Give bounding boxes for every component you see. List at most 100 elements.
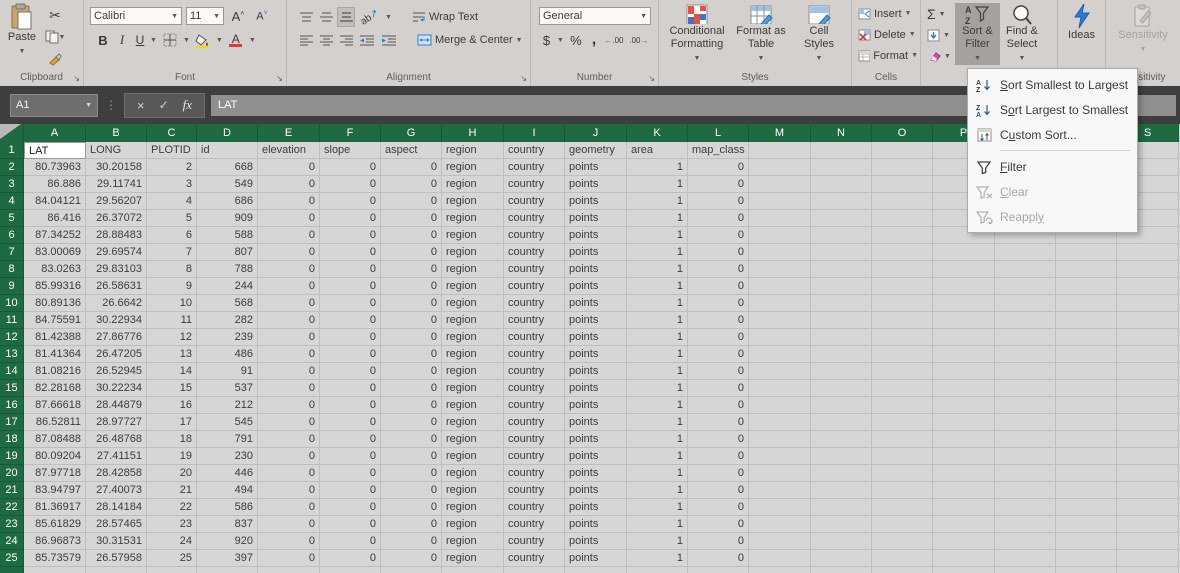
cell-H3[interactable]: region — [442, 176, 504, 193]
cell-O21[interactable] — [872, 482, 933, 499]
cell-A10[interactable]: 80.89136 — [24, 295, 86, 312]
cell-S20[interactable] — [1117, 465, 1179, 482]
cell-C13[interactable]: 13 — [147, 346, 197, 363]
cell-C25[interactable]: 25 — [147, 550, 197, 567]
cell-O18[interactable] — [872, 431, 933, 448]
cell-I24[interactable]: country — [504, 533, 565, 550]
cell-R13[interactable] — [1056, 346, 1117, 363]
cell-M11[interactable] — [749, 312, 811, 329]
cell-J14[interactable]: points — [565, 363, 627, 380]
cell-P14[interactable] — [933, 363, 995, 380]
row-header-4[interactable]: 4 — [0, 193, 24, 210]
cell-A11[interactable]: 84.75591 — [24, 312, 86, 329]
cell-D19[interactable]: 230 — [197, 448, 258, 465]
cell-A13[interactable]: 81.41364 — [24, 346, 86, 363]
cell-A1[interactable]: LAT — [24, 142, 86, 159]
row-header-21[interactable]: 21 — [0, 482, 24, 499]
cell-F20[interactable]: 0 — [320, 465, 381, 482]
column-header-N[interactable]: N — [811, 124, 872, 142]
cell-P15[interactable] — [933, 380, 995, 397]
decrease-decimal-button[interactable]: .00→ — [628, 30, 650, 50]
cell-K5[interactable]: 1 — [627, 210, 688, 227]
cell-J23[interactable]: points — [565, 516, 627, 533]
cell-F26[interactable] — [320, 567, 381, 573]
cell-H20[interactable]: region — [442, 465, 504, 482]
cell-I13[interactable]: country — [504, 346, 565, 363]
cell-H9[interactable]: region — [442, 278, 504, 295]
cell-Q26[interactable] — [995, 567, 1056, 573]
cell-R11[interactable] — [1056, 312, 1117, 329]
cell-D4[interactable]: 686 — [197, 193, 258, 210]
cell-L20[interactable]: 0 — [688, 465, 749, 482]
cell-M9[interactable] — [749, 278, 811, 295]
cell-N5[interactable] — [811, 210, 872, 227]
cell-I23[interactable]: country — [504, 516, 565, 533]
cell-D25[interactable]: 397 — [197, 550, 258, 567]
cell-J13[interactable]: points — [565, 346, 627, 363]
column-header-I[interactable]: I — [504, 124, 565, 142]
cell-J1[interactable]: geometry — [565, 142, 627, 159]
cell-N26[interactable] — [811, 567, 872, 573]
cell-Q25[interactable] — [995, 550, 1056, 567]
row-header-26[interactable] — [0, 567, 24, 573]
cell-D23[interactable]: 837 — [197, 516, 258, 533]
cell-H21[interactable]: region — [442, 482, 504, 499]
cell-R24[interactable] — [1056, 533, 1117, 550]
cell-S11[interactable] — [1117, 312, 1179, 329]
cell-F5[interactable]: 0 — [320, 210, 381, 227]
cell-K2[interactable]: 1 — [627, 159, 688, 176]
cell-H5[interactable]: region — [442, 210, 504, 227]
cell-S23[interactable] — [1117, 516, 1179, 533]
cell-E10[interactable]: 0 — [258, 295, 320, 312]
middle-align-button[interactable] — [317, 7, 335, 27]
cell-M10[interactable] — [749, 295, 811, 312]
cell-P23[interactable] — [933, 516, 995, 533]
cell-F17[interactable]: 0 — [320, 414, 381, 431]
cell-K22[interactable]: 1 — [627, 499, 688, 516]
delete-button[interactable]: Delete ▼ — [856, 24, 920, 45]
cell-G2[interactable]: 0 — [381, 159, 442, 176]
cell-G3[interactable]: 0 — [381, 176, 442, 193]
cell-P20[interactable] — [933, 465, 995, 482]
sort-filter-button[interactable]: AZ Sort & Filter ▼ — [954, 3, 1000, 65]
cell-C15[interactable]: 15 — [147, 380, 197, 397]
cell-N10[interactable] — [811, 295, 872, 312]
cell-G9[interactable]: 0 — [381, 278, 442, 295]
cell-K20[interactable]: 1 — [627, 465, 688, 482]
cell-J21[interactable]: points — [565, 482, 627, 499]
cell-H1[interactable]: region — [442, 142, 504, 159]
cell-I19[interactable]: country — [504, 448, 565, 465]
fill-color-chevron-icon[interactable]: ▼ — [216, 37, 223, 44]
row-header-5[interactable]: 5 — [0, 210, 24, 227]
cell-K12[interactable]: 1 — [627, 329, 688, 346]
cell-L24[interactable]: 0 — [688, 533, 749, 550]
cell-Q17[interactable] — [995, 414, 1056, 431]
row-header-3[interactable]: 3 — [0, 176, 24, 193]
cell-H22[interactable]: region — [442, 499, 504, 516]
cell-H26[interactable] — [442, 567, 504, 573]
cell-C1[interactable]: PLOTID — [147, 142, 197, 159]
cell-E23[interactable]: 0 — [258, 516, 320, 533]
cell-R16[interactable] — [1056, 397, 1117, 414]
cell-P11[interactable] — [933, 312, 995, 329]
cell-H25[interactable]: region — [442, 550, 504, 567]
cell-F3[interactable]: 0 — [320, 176, 381, 193]
cell-M3[interactable] — [749, 176, 811, 193]
ideas-button[interactable]: Ideas — [1060, 3, 1104, 65]
increase-font-size-button[interactable]: A˄ — [228, 6, 248, 26]
cell-J2[interactable]: points — [565, 159, 627, 176]
cell-B2[interactable]: 30.20158 — [86, 159, 147, 176]
cell-D18[interactable]: 791 — [197, 431, 258, 448]
cell-F9[interactable]: 0 — [320, 278, 381, 295]
column-header-C[interactable]: C — [147, 124, 197, 142]
cell-O17[interactable] — [872, 414, 933, 431]
cell-J18[interactable]: points — [565, 431, 627, 448]
cell-A7[interactable]: 83.00069 — [24, 244, 86, 261]
cell-I21[interactable]: country — [504, 482, 565, 499]
cell-F18[interactable]: 0 — [320, 431, 381, 448]
cell-A16[interactable]: 87.66618 — [24, 397, 86, 414]
cell-K7[interactable]: 1 — [627, 244, 688, 261]
cell-M1[interactable] — [749, 142, 811, 159]
cell-F12[interactable]: 0 — [320, 329, 381, 346]
cell-C4[interactable]: 4 — [147, 193, 197, 210]
